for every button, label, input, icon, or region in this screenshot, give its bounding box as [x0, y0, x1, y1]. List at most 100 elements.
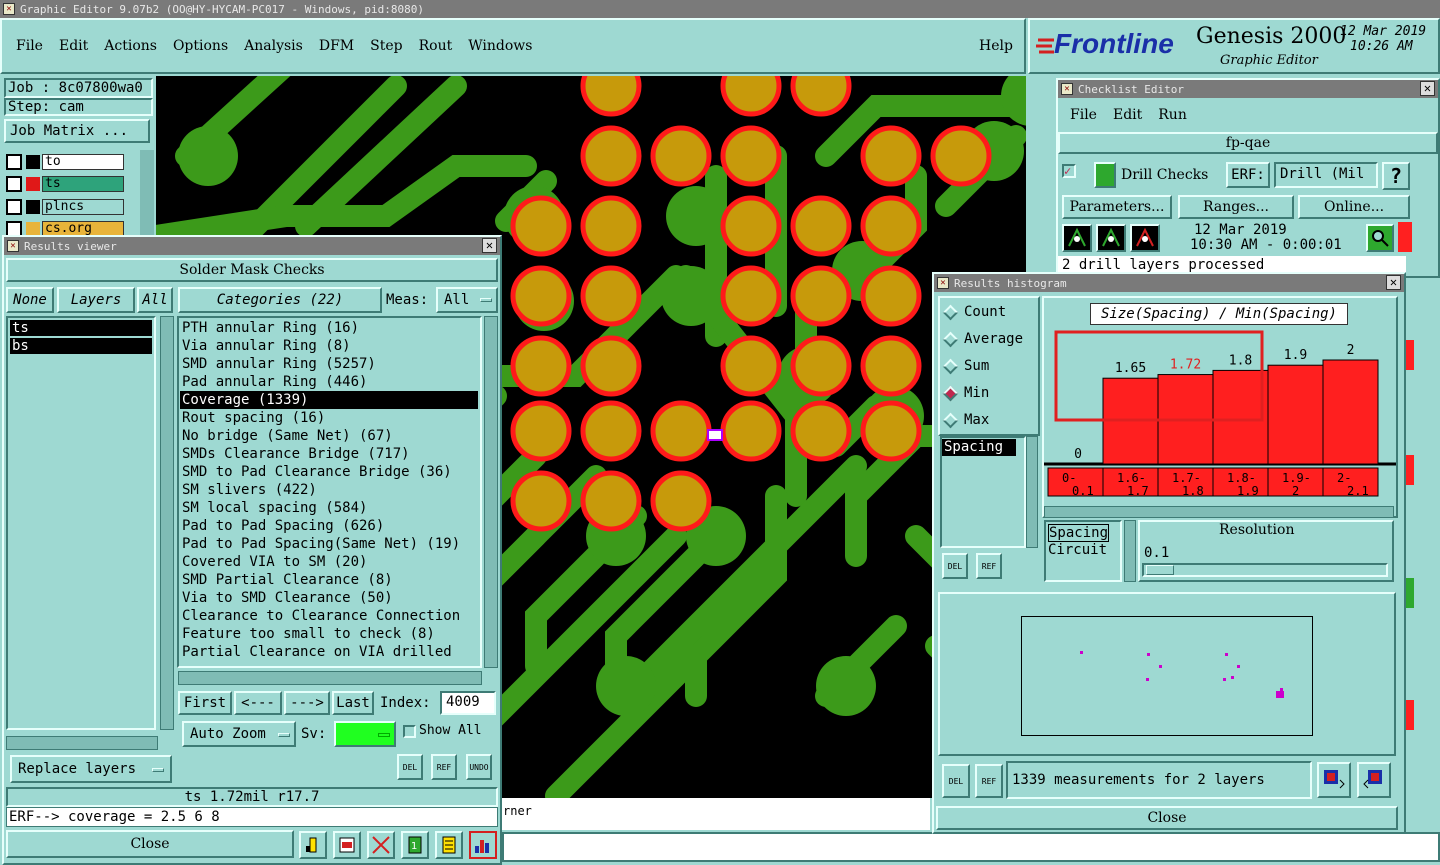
chart-hscrollbar[interactable] [1044, 506, 1394, 518]
hist-ref-icon[interactable]: REF [976, 553, 1002, 579]
layers-all-button[interactable]: All [137, 287, 173, 313]
category-item[interactable]: Clearance to Clearance Connection [180, 607, 478, 625]
menu-options[interactable]: Options [173, 38, 228, 54]
layer-row[interactable]: plncs [6, 198, 126, 215]
prev-button[interactable]: <--- [234, 691, 282, 715]
field-scrollbar[interactable] [1124, 520, 1136, 582]
category-item[interactable]: Via annular Ring (8) [180, 337, 478, 355]
menu-actions[interactable]: Actions [104, 38, 157, 54]
ranges-button[interactable]: Ranges... [1178, 195, 1294, 219]
result-layer-item[interactable]: ts [10, 320, 152, 336]
histogram-icon[interactable] [469, 831, 497, 859]
result-layer-item[interactable]: bs [10, 338, 152, 354]
slider-thumb[interactable] [1146, 565, 1174, 575]
hist-field-item[interactable]: Spacing [1048, 524, 1110, 542]
menu-rout[interactable]: Rout [419, 38, 453, 54]
last-button[interactable]: Last [332, 691, 374, 715]
zoom-icon[interactable] [1366, 224, 1394, 252]
menu-dfm[interactable]: DFM [319, 38, 354, 54]
run-icon[interactable] [1062, 224, 1092, 252]
parameters-button[interactable]: Parameters... [1062, 195, 1172, 219]
category-item[interactable]: Pad annular Ring (446) [180, 373, 478, 391]
sv-color-dropdown[interactable] [334, 721, 396, 747]
index-input[interactable]: 4009 [440, 691, 496, 715]
stats-icon[interactable] [299, 831, 327, 859]
checklist-menu-edit[interactable]: Edit [1113, 107, 1142, 123]
run-selected-icon[interactable] [1096, 224, 1126, 252]
layer-checkbox[interactable] [6, 198, 22, 215]
report-icon[interactable] [333, 831, 361, 859]
first-button[interactable]: First [178, 691, 232, 715]
category-scrollbar[interactable] [484, 316, 498, 668]
export-icon[interactable] [1317, 762, 1351, 798]
category-item[interactable]: SM slivers (422) [180, 481, 478, 499]
menu-windows[interactable]: Windows [468, 38, 532, 54]
category-item[interactable]: Covered VIA to SM (20) [180, 553, 478, 571]
category-item[interactable]: Partial Clearance on VIA drilled [180, 643, 478, 661]
layer-name[interactable]: ts [42, 175, 124, 192]
stat-option-sum[interactable]: Sum [942, 358, 989, 374]
category-hscrollbar[interactable] [178, 671, 482, 685]
checklist-menu-file[interactable]: File [1070, 107, 1097, 123]
resolution-slider[interactable] [1142, 563, 1388, 577]
close-icon[interactable]: ✕ [1420, 81, 1435, 96]
run-stop-icon[interactable] [1130, 224, 1160, 252]
show-all-checkbox[interactable] [403, 725, 416, 738]
preview-ref-icon[interactable]: REF [975, 764, 1003, 798]
close-icon[interactable]: ✕ [482, 238, 497, 253]
replace-layers-dropdown[interactable]: Replace layers [10, 755, 172, 783]
histogram-attr-item[interactable]: Spacing [942, 439, 1016, 456]
auto-zoom-dropdown[interactable]: Auto Zoom [182, 721, 296, 747]
hist-del-icon[interactable]: DEL [942, 553, 968, 579]
menu-analysis[interactable]: Analysis [244, 38, 303, 54]
layer-name[interactable]: to [42, 153, 124, 170]
layer-name[interactable]: plncs [42, 198, 124, 215]
menu-file[interactable]: File [16, 38, 43, 54]
results-layer-list[interactable]: ts bs [6, 316, 156, 730]
category-item[interactable]: No bridge (Same Net) (67) [180, 427, 478, 445]
category-item[interactable]: SMD annular Ring (5257) [180, 355, 478, 373]
del-icon[interactable]: DEL [397, 754, 423, 780]
layer-row[interactable]: ts [6, 175, 126, 192]
category-item[interactable]: PTH annular Ring (16) [180, 319, 478, 337]
menu-step[interactable]: Step [370, 38, 402, 54]
help-question-button[interactable]: ? [1382, 162, 1410, 190]
layer-checkbox[interactable] [6, 153, 22, 170]
layer-scrollbar[interactable] [160, 316, 174, 730]
stat-option-min[interactable]: Min [942, 385, 989, 401]
layers-none-button[interactable]: None [6, 287, 54, 313]
layer-hscrollbar[interactable] [6, 736, 158, 750]
category-item[interactable]: Via to SMD Clearance (50) [180, 589, 478, 607]
category-item[interactable]: SM local spacing (584) [180, 499, 478, 517]
erf-button[interactable]: ERF: [1226, 162, 1270, 188]
results-close-button[interactable]: Close [6, 830, 294, 858]
histogram-close-button[interactable]: Close [936, 806, 1398, 830]
category-item[interactable]: SMD to Pad Clearance Bridge (36) [180, 463, 478, 481]
meas-dropdown[interactable]: All [436, 287, 498, 313]
layer-list-scrollbar[interactable] [140, 150, 154, 236]
category-item[interactable]: Pad to Pad Spacing (626) [180, 517, 478, 535]
preview-del-icon[interactable]: DEL [942, 764, 970, 798]
menu-edit[interactable]: Edit [59, 38, 88, 54]
command-line[interactable] [502, 832, 1440, 862]
category-item[interactable]: Coverage (1339) [180, 391, 478, 409]
number-icon[interactable]: 1 [401, 831, 429, 859]
category-item[interactable]: Pad to Pad Spacing(Same Net) (19) [180, 535, 478, 553]
undo-icon[interactable]: UNDO [466, 754, 492, 780]
hist-field-item[interactable]: Circuit [1048, 542, 1107, 558]
checklist-menu-run[interactable]: Run [1158, 107, 1187, 123]
notes-icon[interactable] [435, 831, 463, 859]
menu-help[interactable]: Help [979, 38, 1013, 54]
online-button[interactable]: Online... [1298, 195, 1410, 219]
stat-option-average[interactable]: Average [942, 331, 1023, 347]
ref-cross-icon[interactable] [367, 831, 395, 859]
ref-icon[interactable]: REF [431, 754, 457, 780]
close-icon[interactable]: ✕ [1386, 275, 1401, 290]
category-item[interactable]: Rout spacing (16) [180, 409, 478, 427]
category-item[interactable]: SMDs Clearance Bridge (717) [180, 445, 478, 463]
stat-option-max[interactable]: Max [942, 412, 989, 428]
category-item[interactable]: SMD Partial Clearance (8) [180, 571, 478, 589]
category-item[interactable]: Feature too small to check (8) [180, 625, 478, 643]
stat-option-count[interactable]: Count [942, 304, 1006, 320]
erf-value[interactable]: Drill (Mil [1274, 162, 1378, 188]
